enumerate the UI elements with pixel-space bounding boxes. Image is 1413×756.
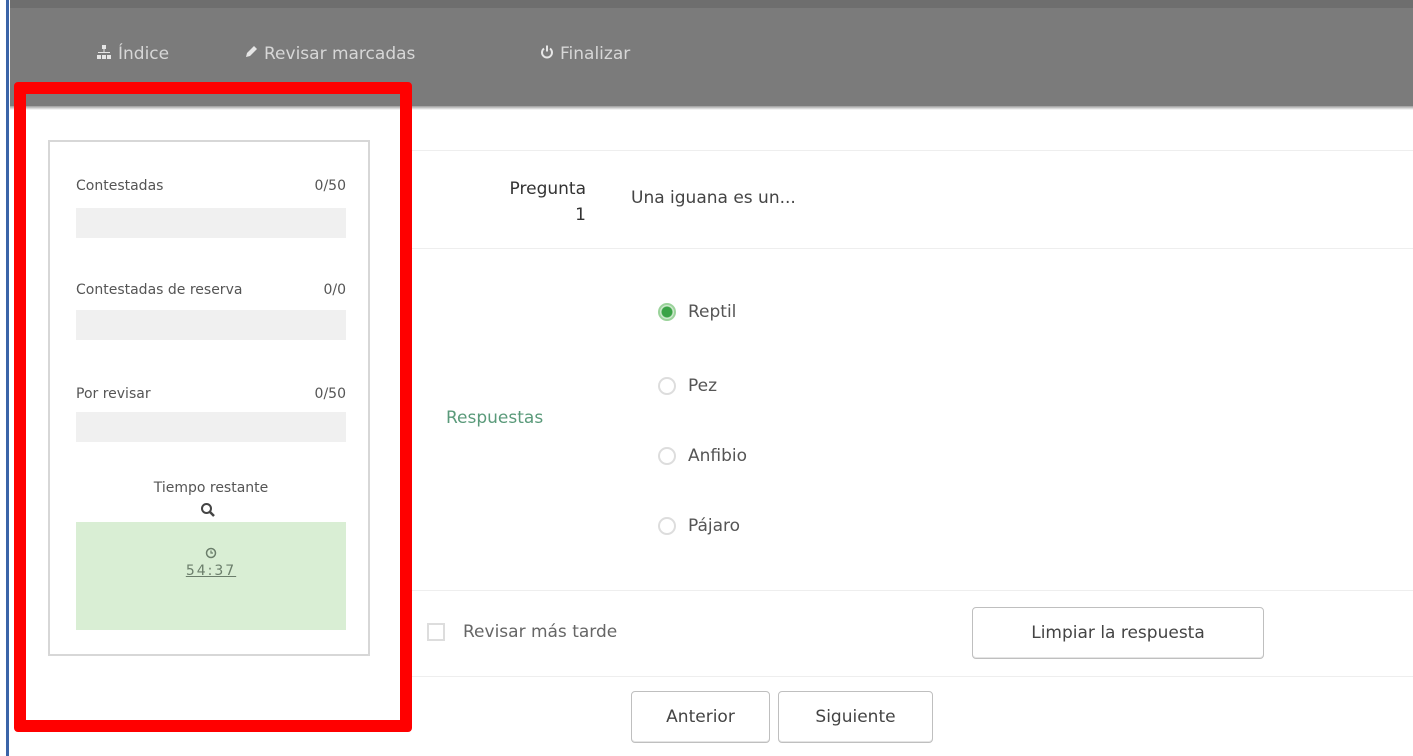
next-button[interactable]: Siguiente: [778, 691, 933, 743]
pencil-icon: [244, 45, 258, 63]
checkbox-icon[interactable]: [427, 623, 445, 641]
question-label: Pregunta: [509, 179, 586, 199]
previous-button[interactable]: Anterior: [631, 691, 770, 743]
zoom-icon[interactable]: [200, 502, 216, 522]
option-anfibio[interactable]: Anfibio: [658, 446, 747, 466]
option-label: Pez: [688, 376, 718, 396]
timer-value: 54:37: [185, 563, 237, 579]
timer-box: 54:37: [76, 522, 346, 630]
progress-stats-panel: Contestadas 0/50 Contestadas de reserva …: [48, 140, 370, 656]
reserve-progress-bar: [76, 310, 346, 340]
radio-icon[interactable]: [658, 447, 676, 465]
answered-progress-bar: [76, 208, 346, 238]
nav-finish[interactable]: Finalizar: [540, 44, 630, 64]
reserve-label: Contestadas de reserva: [76, 282, 243, 298]
review-later-checkbox[interactable]: Revisar más tarde: [427, 622, 617, 642]
top-navbar: [10, 0, 1413, 108]
nav-index[interactable]: Índice: [96, 44, 169, 64]
clock-icon: [76, 544, 346, 563]
radio-icon[interactable]: [658, 377, 676, 395]
to-review-row: Por revisar 0/50: [76, 386, 346, 402]
to-review-progress-bar: [76, 412, 346, 442]
time-remaining-label: Tiempo restante: [153, 480, 269, 496]
to-review-label: Por revisar: [76, 386, 151, 402]
nav-review-marked[interactable]: Revisar marcadas: [244, 44, 415, 64]
question-text: Una iguana es un...: [631, 188, 796, 208]
option-label: Reptil: [688, 302, 737, 322]
question-top-divider: [410, 150, 1413, 151]
review-later-label: Revisar más tarde: [463, 622, 618, 642]
answered-label: Contestadas: [76, 178, 164, 194]
nav-finish-label: Finalizar: [560, 44, 631, 64]
actions-divider: [410, 676, 1413, 677]
nav-review-marked-label: Revisar marcadas: [264, 44, 416, 64]
question-header: Pregunta 1: [462, 176, 586, 228]
reserve-row: Contestadas de reserva 0/0: [76, 282, 346, 298]
option-label: Pájaro: [688, 516, 741, 536]
clear-answer-button[interactable]: Limpiar la respuesta: [972, 607, 1264, 659]
top-navbar-shadow: [10, 106, 1413, 110]
answers-divider: [410, 590, 1413, 591]
option-reptil[interactable]: Reptil: [658, 302, 736, 322]
left-border-line: [6, 0, 9, 756]
power-icon: [540, 45, 554, 63]
answered-count: 0/50: [314, 178, 346, 194]
reserve-count: 0/0: [323, 282, 346, 298]
option-label: Anfibio: [688, 446, 748, 466]
top-navbar-strip: [10, 0, 1413, 8]
radio-selected-icon[interactable]: [658, 303, 676, 321]
question-number: 1: [575, 205, 586, 225]
option-pez[interactable]: Pez: [658, 376, 717, 396]
to-review-count: 0/50: [314, 386, 346, 402]
answered-row: Contestadas 0/50: [76, 178, 346, 194]
sitemap-icon: [96, 45, 112, 63]
answers-label: Respuestas: [446, 408, 544, 428]
nav-index-label: Índice: [118, 44, 170, 64]
question-divider: [410, 248, 1413, 249]
radio-icon[interactable]: [658, 517, 676, 535]
option-pajaro[interactable]: Pájaro: [658, 516, 740, 536]
